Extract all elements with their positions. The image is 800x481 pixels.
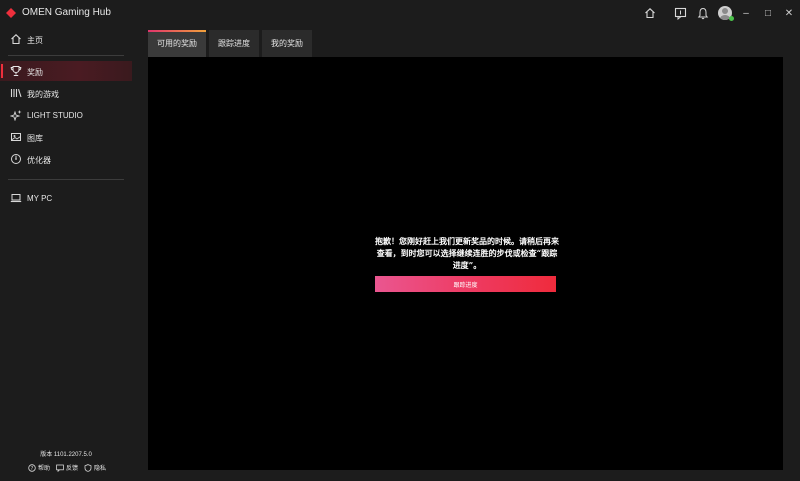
- sparkle-icon: [10, 110, 22, 121]
- sidebar-item-label: 优化器: [27, 156, 51, 165]
- track-progress-button[interactable]: 跟踪进度: [375, 276, 556, 292]
- omen-logo-icon: [6, 8, 16, 18]
- sidebar-item-light-studio[interactable]: LIGHT STUDIO: [0, 105, 132, 125]
- online-status-dot: [729, 16, 734, 21]
- version-text: 版本 1101.2207.5.0: [40, 452, 92, 458]
- close-button[interactable]: ✕: [779, 4, 799, 22]
- feedback-label: 反馈: [66, 466, 79, 472]
- sidebar-item-gallery[interactable]: 图库: [0, 127, 132, 147]
- maximize-button[interactable]: □: [758, 4, 778, 22]
- privacy-link[interactable]: 隐私: [84, 463, 106, 472]
- sidebar-item-label: 图库: [27, 134, 43, 143]
- sidebar-item-my-games[interactable]: 我的游戏: [0, 83, 132, 103]
- sidebar-item-label: 主页: [27, 36, 43, 45]
- sidebar-item-home[interactable]: 主页: [0, 29, 132, 49]
- laptop-icon: [10, 194, 22, 203]
- feedback-icon: [56, 464, 64, 472]
- bell-icon[interactable]: [696, 6, 710, 20]
- app-window: OMEN Gaming Hub – □ ✕ 主页 奖励 我的游戏 LIGHT S…: [0, 0, 800, 481]
- tab-my-rewards[interactable]: 我的奖励: [262, 30, 312, 57]
- tab-track-progress[interactable]: 跟踪进度: [209, 30, 259, 57]
- sidebar-item-my-pc[interactable]: MY PC: [0, 188, 132, 208]
- sidebar-item-optimizer[interactable]: 优化器: [0, 149, 132, 169]
- optimizer-icon: [11, 154, 21, 164]
- svg-text:?: ?: [31, 466, 34, 472]
- sidebar-item-label: LIGHT STUDIO: [27, 111, 83, 120]
- rewards-panel: 抱歉！您刚好赶上我们更新奖品的时候。请稍后再来查看，到时您可以选择继续连胜的步伐…: [148, 57, 783, 470]
- sidebar-item-rewards[interactable]: 奖励: [0, 61, 132, 81]
- minimize-button[interactable]: –: [736, 4, 756, 22]
- help-icon: ?: [28, 463, 36, 472]
- gallery-icon: [11, 133, 21, 141]
- trophy-icon: [10, 66, 22, 76]
- help-link[interactable]: ? 帮助: [28, 463, 50, 472]
- title-bar: OMEN Gaming Hub – □ ✕: [0, 0, 800, 26]
- app-title: OMEN Gaming Hub: [22, 7, 111, 18]
- footer-links: ? 帮助 反馈 隐私: [28, 463, 106, 472]
- sidebar-item-label: MY PC: [27, 194, 53, 203]
- sidebar-divider: [8, 179, 124, 180]
- sidebar-item-label: 我的游戏: [27, 90, 59, 99]
- sidebar-item-label: 奖励: [27, 68, 43, 77]
- tab-bar: 可用的奖励 跟踪进度 我的奖励: [148, 30, 312, 57]
- feedback-link[interactable]: 反馈: [56, 463, 78, 472]
- home-icon: [11, 34, 21, 45]
- support-chat-icon[interactable]: [673, 6, 687, 20]
- sidebar: 主页 奖励 我的游戏 LIGHT STUDIO 图库 优化器 MY PC 版本 …: [0, 26, 132, 481]
- tab-available-rewards[interactable]: 可用的奖励: [148, 30, 206, 57]
- game-library-icon: [10, 89, 22, 98]
- help-label: 帮助: [38, 466, 51, 472]
- update-message: 抱歉！您刚好赶上我们更新奖品的时候。请稍后再来查看，到时您可以选择继续连胜的步伐…: [375, 236, 559, 270]
- privacy-icon: [84, 463, 92, 472]
- sidebar-divider: [8, 55, 124, 56]
- privacy-label: 隐私: [94, 466, 107, 472]
- home-icon[interactable]: [643, 6, 657, 20]
